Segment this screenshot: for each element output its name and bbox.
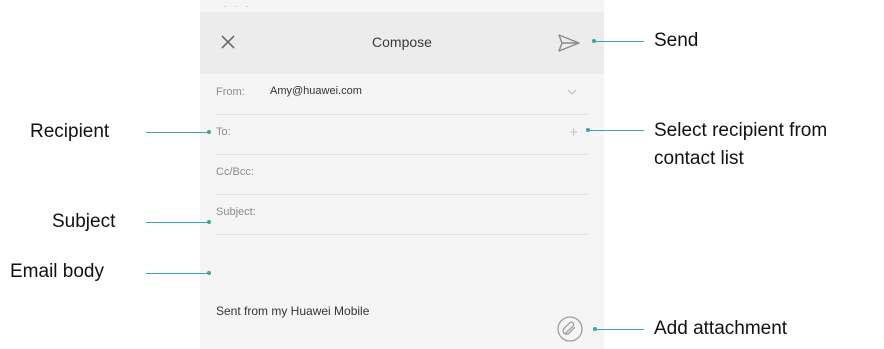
to-label: To: [216,126,231,138]
plus-icon[interactable]: + [569,125,578,140]
recipient-callout-dot [207,130,211,134]
from-label: From: [216,86,245,98]
signature-text: Sent from my Huawei Mobile [216,304,370,318]
subject-callout-line [146,222,208,223]
recipient-callout-line [146,132,208,133]
select-recipient-callout-line2: contact list [654,148,744,169]
from-row[interactable]: From: Amy@huawei.com [216,74,588,115]
chevron-down-icon[interactable] [566,85,578,100]
compose-screen: · · · Compose From: Amy@huawei.com To: +… [200,0,604,349]
attachment-callout-line [597,329,644,330]
to-field[interactable]: To: + [216,114,588,155]
recipient-callout-label: Recipient [30,121,110,142]
send-callout-label: Send [654,30,699,51]
email-body-callout-dot [207,271,211,275]
subject-callout-dot [207,220,211,224]
page-title: Compose [372,34,432,50]
ccbcc-label: Cc/Bcc: [216,166,254,178]
send-button[interactable] [555,32,583,54]
select-recipient-callout-line [590,130,644,131]
from-value: Amy@huawei.com [270,85,362,97]
status-dots: · · · [224,2,252,11]
status-strip: · · · [200,0,604,12]
send-callout-line [596,41,644,42]
email-body-callout-label: Email body [10,261,104,282]
compose-titlebar: Compose [200,12,604,74]
select-recipient-callout-line1: Select recipient from [654,120,828,141]
subject-callout-label: Subject [52,211,116,232]
subject-label: Subject: [216,206,256,218]
send-icon [558,34,580,52]
attachment-icon [557,316,583,342]
ccbcc-field[interactable]: Cc/Bcc: [216,154,588,195]
email-body-area[interactable] [216,240,588,300]
email-body-callout-line [146,273,208,274]
subject-field[interactable]: Subject: [216,194,588,235]
attachment-button[interactable] [555,314,585,344]
attachment-callout-label: Add attachment [654,318,788,339]
